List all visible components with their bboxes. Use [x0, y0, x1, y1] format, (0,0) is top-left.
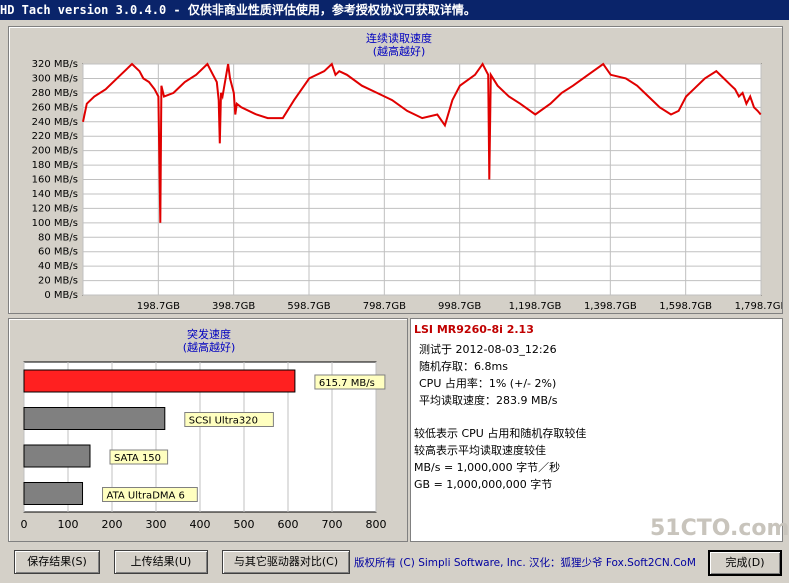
save-results-button[interactable]: 保存结果(S): [14, 550, 100, 574]
read-y-tick-label: 60 MB/s: [38, 247, 78, 258]
burst-bar: [23, 407, 166, 430]
read-y-tick-label: 120 MB/s: [32, 203, 78, 214]
burst-bar-label: ATA UltraDMA 6: [107, 491, 185, 502]
read-y-tick-label: 260 MB/s: [32, 102, 78, 113]
note-cpu: 较低表示 CPU 占用和随机存取较佳: [414, 427, 587, 440]
note-mbs: MB/s = 1,000,000 字节／秒: [414, 461, 561, 474]
note-read: 较高表示平均读取速度较佳: [414, 444, 546, 457]
read-x-tick-label: 398.7GB: [212, 301, 255, 312]
burst-speed-chart: 0 100 200 300 400 500 600 700 800 615.7 MB/s SCSI …: [21, 361, 387, 531]
read-y-tick-label: 200 MB/s: [32, 146, 78, 157]
burst-x-tick-label: 100: [58, 518, 79, 531]
burst-speed-panel: 突发速度 (越高越好) 0 100 200 300 400 500 600 700 800 615…: [8, 318, 408, 542]
read-y-tick-label: 20 MB/s: [38, 276, 78, 287]
window-title-bar[interactable]: HD Tach version 3.0.4.0 - 仅供非商业性质评估使用，参考…: [0, 0, 789, 20]
burst-x-tick-label: 700: [322, 518, 343, 531]
read-y-tick-label: 220 MB/s: [32, 131, 78, 142]
burst-bar: [23, 444, 91, 468]
burst-x-tick-label: 200: [102, 518, 123, 531]
burst-bar-label: SATA 150: [114, 453, 161, 464]
burst-x-tick-label: 300: [146, 518, 167, 531]
avg-read-speed: 平均读取速度：283.9 MB/s: [419, 394, 558, 407]
read-y-tick-label: 0 MB/s: [44, 290, 78, 301]
burst-x-tick-label: 400: [190, 518, 211, 531]
read-speed-chart: 320 MB/s 300 MB/s 280 MB/s 260 MB/s 240 MB/s…: [32, 59, 782, 312]
read-x-tick-label: 1,598.7GB: [659, 301, 712, 312]
burst-x-tick-label: 800: [366, 518, 387, 531]
read-y-tick-label: 320 MB/s: [32, 59, 78, 70]
watermark: 51CTO.com: [650, 516, 789, 541]
drive-name: LSI MR9260-8i 2.13: [414, 323, 534, 336]
burst-x-tick-label: 0: [21, 518, 28, 531]
read-y-tick-label: 140 MB/s: [32, 189, 78, 200]
read-y-tick-label: 100 MB/s: [32, 218, 78, 229]
read-y-tick-label: 240 MB/s: [32, 117, 78, 128]
read-y-tick-label: 160 MB/s: [32, 175, 78, 186]
copyright-text: 版权所有 (C) Simpli Software, Inc. 汉化：狐狸少爷 F…: [354, 557, 696, 569]
read-x-tick-label: 598.7GB: [287, 301, 330, 312]
read-y-tick-label: 300 MB/s: [32, 73, 78, 84]
done-button[interactable]: 完成(D): [708, 550, 782, 576]
burst-bar-label: 615.7 MB/s: [319, 378, 375, 389]
read-x-tick-label: 798.7GB: [363, 301, 406, 312]
read-speed-panel: 连续读取速度 (越高越好) 320 MB/s 300 MB/s 280 MB/s 26…: [8, 26, 783, 314]
burst-x-tick-label: 500: [234, 518, 255, 531]
burst-bar-label: SCSI Ultra320: [189, 416, 258, 427]
window-title: HD Tach version 3.0.4.0 - 仅供非商业性质评估使用，参考…: [0, 3, 476, 17]
read-y-tick-label: 180 MB/s: [32, 160, 78, 171]
compare-drives-button[interactable]: 与其它驱动器对比(C): [222, 550, 350, 574]
burst-bar: [23, 369, 296, 393]
test-time: 测试于 2012-08-03_12:26: [419, 343, 557, 356]
burst-bar: [23, 482, 84, 505]
upload-results-button[interactable]: 上传结果(U): [114, 550, 208, 574]
burst-x-tick-label: 600: [278, 518, 299, 531]
info-panel: LSI MR9260-8i 2.13 测试于 2012-08-03_12:26 …: [410, 318, 783, 542]
read-x-tick-label: 1,398.7GB: [584, 301, 637, 312]
cpu-usage: CPU 占用率：1% (+/- 2%): [419, 377, 557, 390]
read-y-tick-label: 280 MB/s: [32, 88, 78, 99]
read-x-tick-label: 1,798.7GB: [735, 301, 782, 312]
random-access: 随机存取：6.8ms: [419, 360, 508, 373]
read-x-tick-label: 198.7GB: [137, 301, 180, 312]
read-x-tick-label: 998.7GB: [438, 301, 481, 312]
note-gb: GB = 1,000,000,000 字节: [414, 478, 553, 491]
read-y-tick-label: 40 MB/s: [38, 261, 78, 272]
read-x-tick-label: 1,198.7GB: [509, 301, 562, 312]
read-y-tick-label: 80 MB/s: [38, 232, 78, 243]
